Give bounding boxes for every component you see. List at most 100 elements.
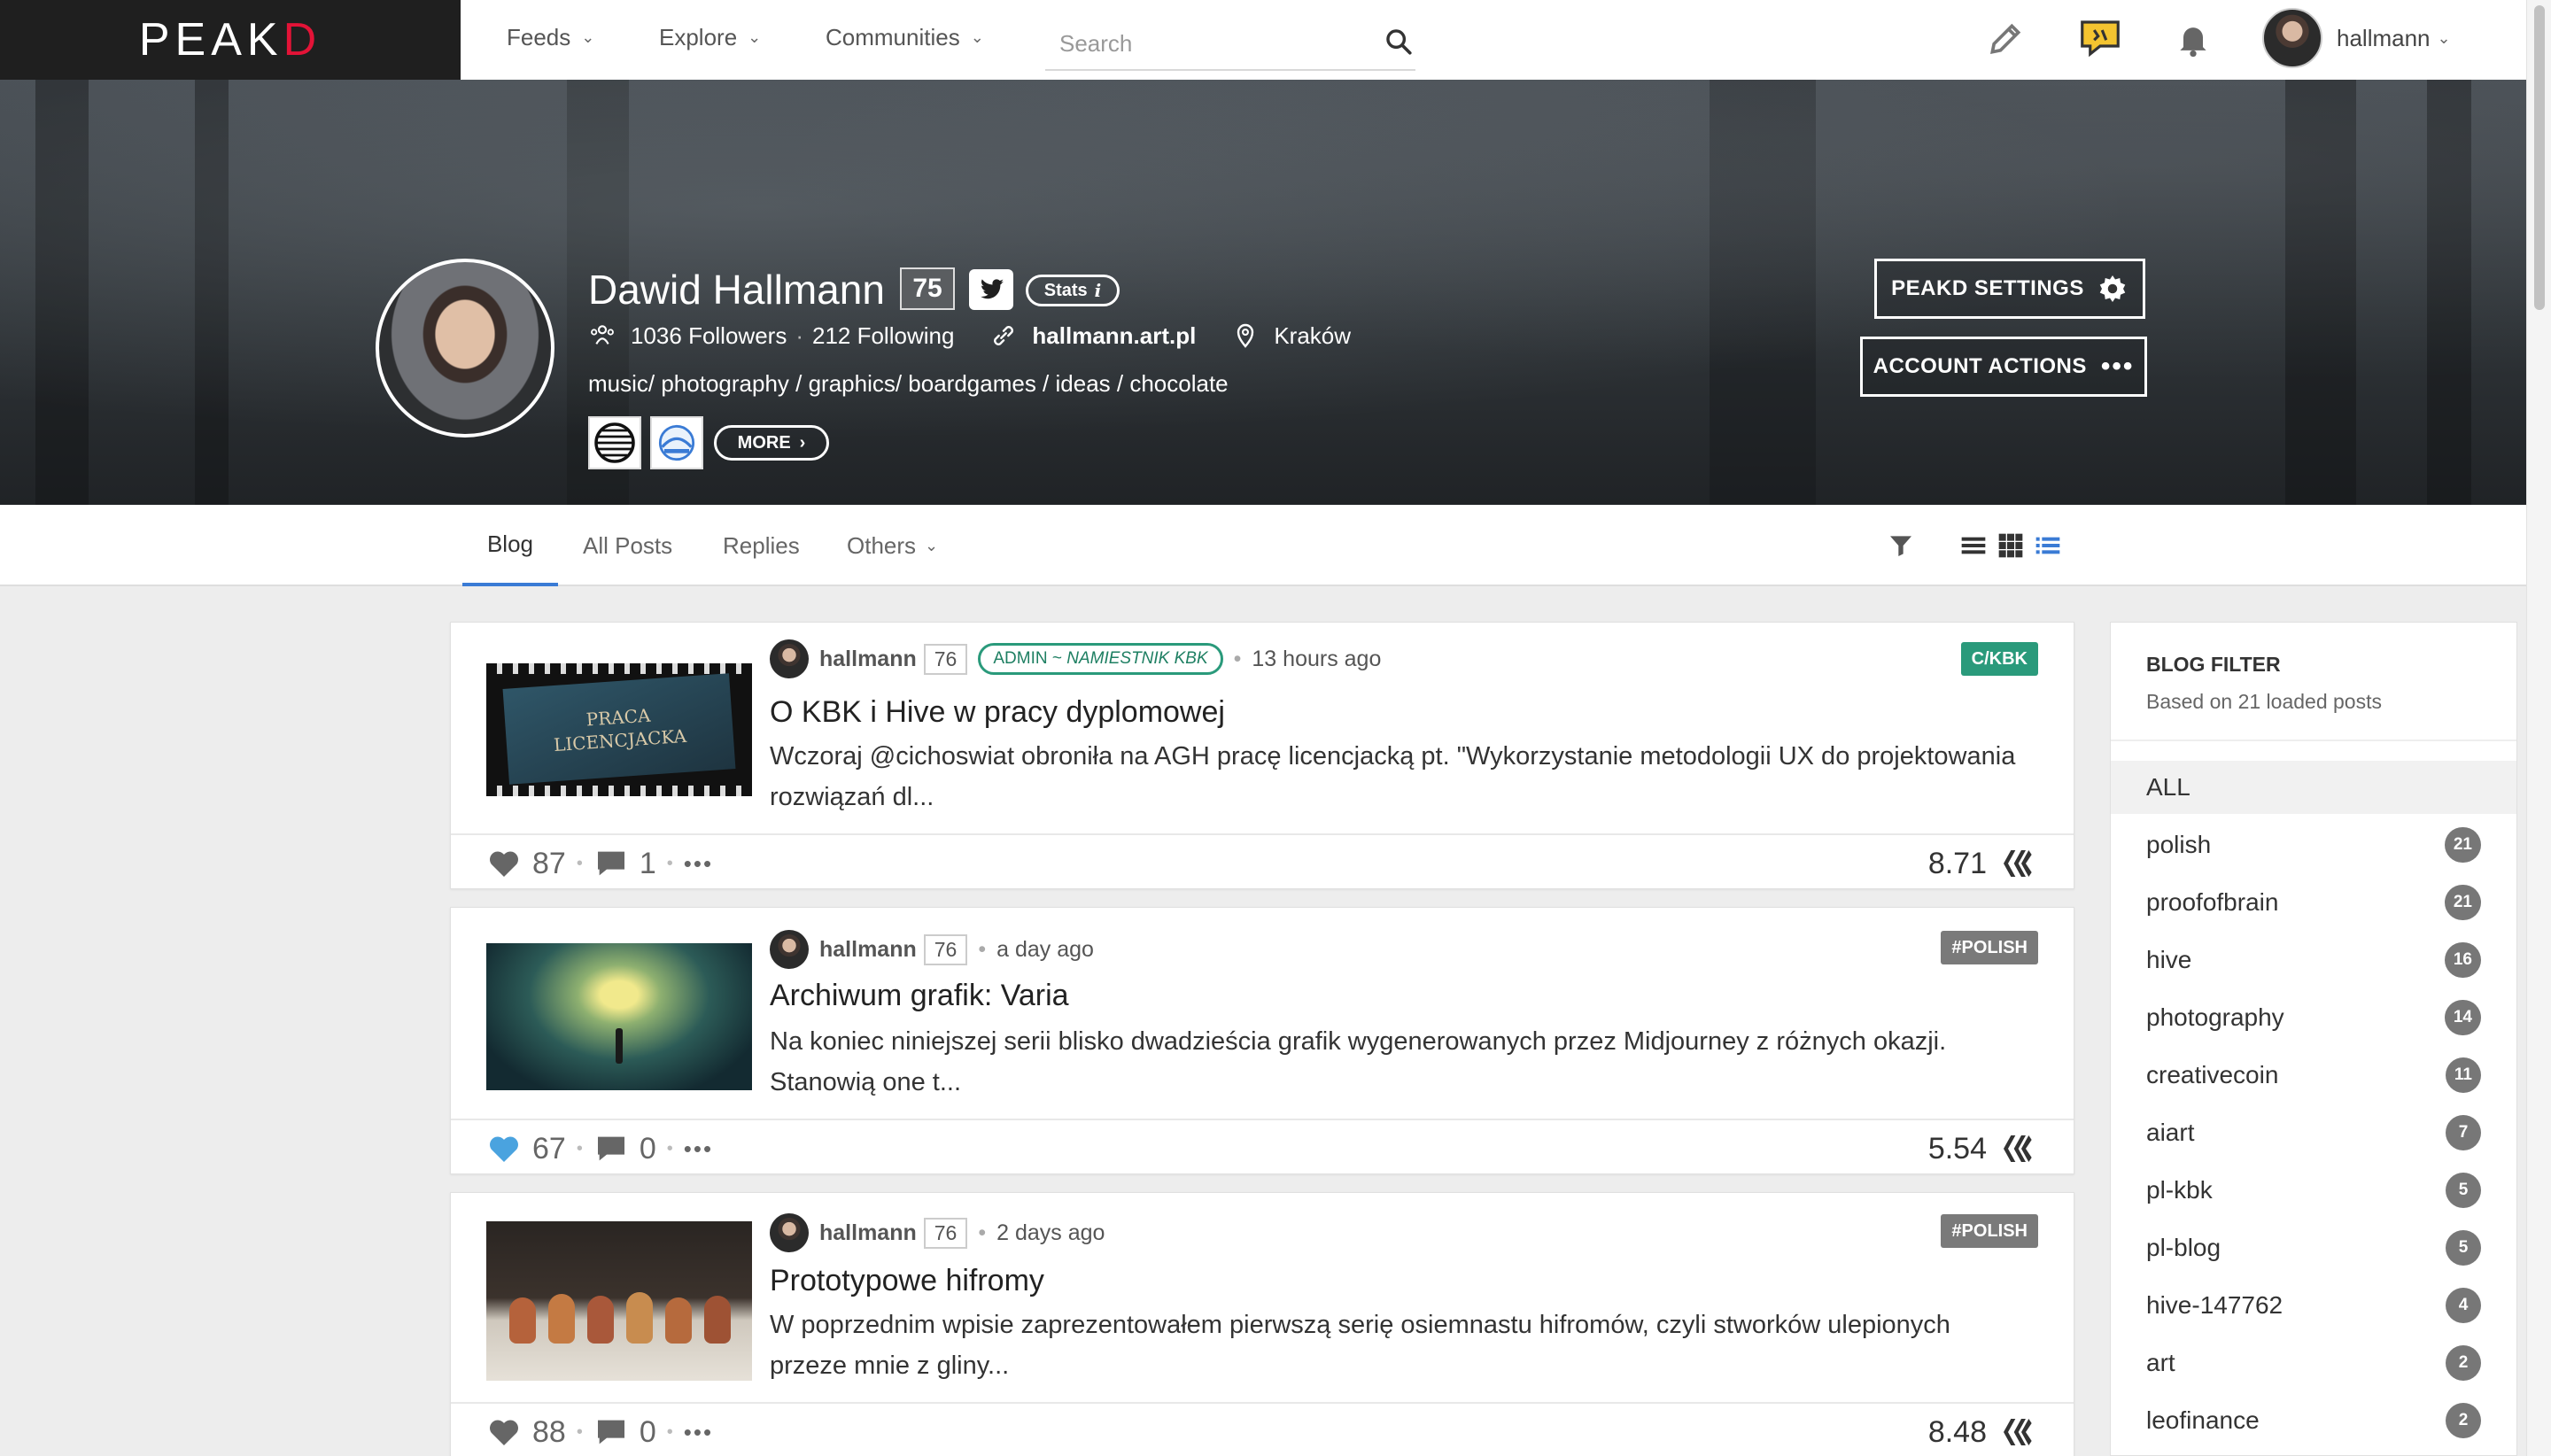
followers-link[interactable]: 1036 Followers [631, 322, 787, 350]
comment-count[interactable]: 1 [640, 847, 656, 881]
comment-count[interactable]: 0 [640, 1415, 656, 1450]
post-excerpt[interactable]: W poprzednim wpisie zaprezentowałem pier… [770, 1305, 2028, 1386]
account-actions-button[interactable]: ACCOUNT ACTIONS ••• [1860, 337, 2147, 397]
post-payout[interactable]: 8.71 [1928, 847, 1987, 881]
post-hashtag[interactable]: #POLISH [1941, 1214, 2038, 1248]
vote-count[interactable]: 87 [532, 847, 566, 881]
search-input[interactable]: Search [1045, 12, 1415, 71]
stats-button[interactable]: Stats i [1026, 275, 1120, 306]
post-title[interactable]: Prototypowe hifromy [770, 1264, 1044, 1298]
comment-count[interactable]: 0 [640, 1132, 656, 1166]
filter-item-proofofbrain[interactable]: proofofbrain 21 [2111, 876, 2516, 929]
upvote-heart-icon[interactable] [486, 1414, 522, 1450]
tab-others[interactable]: Others ⌄ [847, 505, 938, 586]
vote-count[interactable]: 67 [532, 1132, 566, 1166]
post-payout[interactable]: 5.54 [1928, 1132, 1987, 1166]
website-link[interactable]: hallmann.art.pl [1032, 322, 1196, 350]
link-icon [994, 326, 1014, 345]
author-link[interactable]: hallmann [819, 647, 917, 672]
nav-feeds-menu[interactable]: Feeds ⌄ [507, 0, 594, 74]
following-link[interactable]: 212 Following [812, 322, 954, 350]
username-label: hallmann [2337, 24, 2431, 51]
comment-icon[interactable] [593, 1131, 629, 1166]
post-thumbnail[interactable] [486, 1221, 752, 1381]
user-avatar[interactable] [2262, 8, 2322, 68]
grid-view-icon[interactable] [1997, 531, 2025, 560]
more-options-icon[interactable]: ••• [684, 850, 713, 878]
author-avatar[interactable] [770, 1213, 809, 1252]
community-badge-1[interactable] [588, 416, 641, 469]
filter-icon[interactable] [1887, 531, 1915, 560]
tab-all-posts[interactable]: All Posts [583, 505, 672, 586]
post-time[interactable]: 13 hours ago [1252, 647, 1381, 672]
post-card[interactable]: PRACA LICENCJACKA hallmann 76 ADMIN ~ NA… [450, 622, 2074, 889]
author-link[interactable]: hallmann [819, 1220, 917, 1246]
tab-blog[interactable]: Blog [462, 505, 558, 586]
compact-list-icon[interactable] [2034, 531, 2062, 560]
author-link[interactable]: hallmann [819, 937, 917, 963]
more-options-icon[interactable]: ••• [684, 1419, 713, 1446]
gear-icon [2099, 275, 2126, 302]
vote-count[interactable]: 88 [532, 1415, 566, 1450]
filter-item-leofinance[interactable]: leofinance 2 [2111, 1394, 2516, 1447]
tab-replies[interactable]: Replies [723, 505, 800, 586]
scrollbar-thumb[interactable] [2534, 5, 2545, 310]
search-icon[interactable] [1384, 27, 1414, 57]
peakd-logo[interactable]: PEAKD [0, 0, 461, 80]
post-excerpt[interactable]: Wczoraj @cichoswiat obroniła na AGH prac… [770, 736, 2028, 817]
post-time[interactable]: 2 days ago [996, 1220, 1105, 1246]
filter-count-badge: 21 [2444, 885, 2481, 920]
filter-item-hive-147762[interactable]: hive-147762 4 [2111, 1279, 2516, 1332]
post-community-tag[interactable]: C/KBK [1960, 642, 2038, 676]
more-options-icon[interactable]: ••• [684, 1135, 713, 1163]
profile-cover-banner [0, 80, 2526, 505]
post-card[interactable]: hallmann 76 • a day ago #POLISH Archiwum… [450, 907, 2074, 1174]
post-title[interactable]: O KBK i Hive w pracy dyplomowej [770, 695, 1225, 730]
write-post-pencil-icon[interactable] [1986, 19, 2025, 58]
user-menu[interactable]: hallmann ⌄ [2262, 7, 2451, 69]
nav-communities-menu[interactable]: Communities ⌄ [826, 0, 984, 74]
filter-item-pl-blog[interactable]: pl-blog 5 [2111, 1221, 2516, 1274]
upvote-heart-icon[interactable] [486, 846, 522, 881]
comment-icon[interactable] [593, 846, 629, 881]
nav-explore-menu[interactable]: Explore ⌄ [659, 0, 761, 74]
filter-count-badge: 7 [2446, 1115, 2481, 1150]
notifications-bell-icon[interactable] [2174, 19, 2213, 58]
hive-logo-icon [2004, 1419, 2032, 1445]
chat-bubble-icon[interactable] [2076, 14, 2124, 62]
post-thumbnail[interactable]: PRACA LICENCJACKA [486, 663, 752, 796]
post-title[interactable]: Archiwum grafik: Varia [770, 979, 1069, 1013]
post-hashtag[interactable]: #POLISH [1941, 931, 2038, 964]
post-excerpt[interactable]: Na koniec niniejszej serii blisko dwadzi… [770, 1021, 2028, 1103]
post-meta: hallmann 76 • 2 days ago [770, 1213, 1105, 1252]
twitter-icon[interactable] [969, 269, 1013, 310]
peakd-settings-button[interactable]: PEAKD SETTINGS [1874, 259, 2145, 319]
post-card[interactable]: hallmann 76 • 2 days ago #POLISH Prototy… [450, 1192, 2074, 1456]
list-view-icon[interactable] [1959, 531, 1988, 560]
filter-item-polish[interactable]: polish 21 [2111, 818, 2516, 871]
more-dots-icon: ••• [2100, 352, 2135, 381]
filter-item-aiart[interactable]: aiart 7 [2111, 1106, 2516, 1159]
post-meta: hallmann 76 • a day ago [770, 930, 1094, 969]
filter-item-photography[interactable]: photography 14 [2111, 991, 2516, 1044]
comment-icon[interactable] [593, 1414, 629, 1450]
blog-filter-panel: BLOG FILTER Based on 21 loaded posts ALL… [2110, 622, 2517, 1456]
profile-avatar[interactable] [376, 259, 554, 438]
filter-item-creativecoin[interactable]: creativecoin 11 [2111, 1049, 2516, 1102]
filter-item-art[interactable]: art 2 [2111, 1336, 2516, 1390]
author-avatar[interactable] [770, 639, 809, 678]
author-avatar[interactable] [770, 930, 809, 969]
community-badge-2[interactable] [650, 416, 703, 469]
more-badges-button[interactable]: MORE › [714, 425, 829, 461]
filter-count-badge: 2 [2446, 1345, 2481, 1381]
filter-item-pl-kbk[interactable]: pl-kbk 5 [2111, 1164, 2516, 1217]
post-time[interactable]: a day ago [996, 937, 1094, 963]
profile-tab-bar: Blog All Posts Replies Others ⌄ [0, 505, 2526, 586]
filter-item-hive[interactable]: hive 16 [2111, 933, 2516, 987]
reputation-badge: 75 [900, 267, 955, 310]
filter-item-all[interactable]: ALL [2111, 761, 2516, 814]
post-thumbnail[interactable] [486, 943, 752, 1090]
page-scrollbar[interactable] [2526, 0, 2551, 1456]
upvote-heart-icon-active[interactable] [486, 1131, 522, 1166]
post-payout[interactable]: 8.48 [1928, 1415, 1987, 1450]
